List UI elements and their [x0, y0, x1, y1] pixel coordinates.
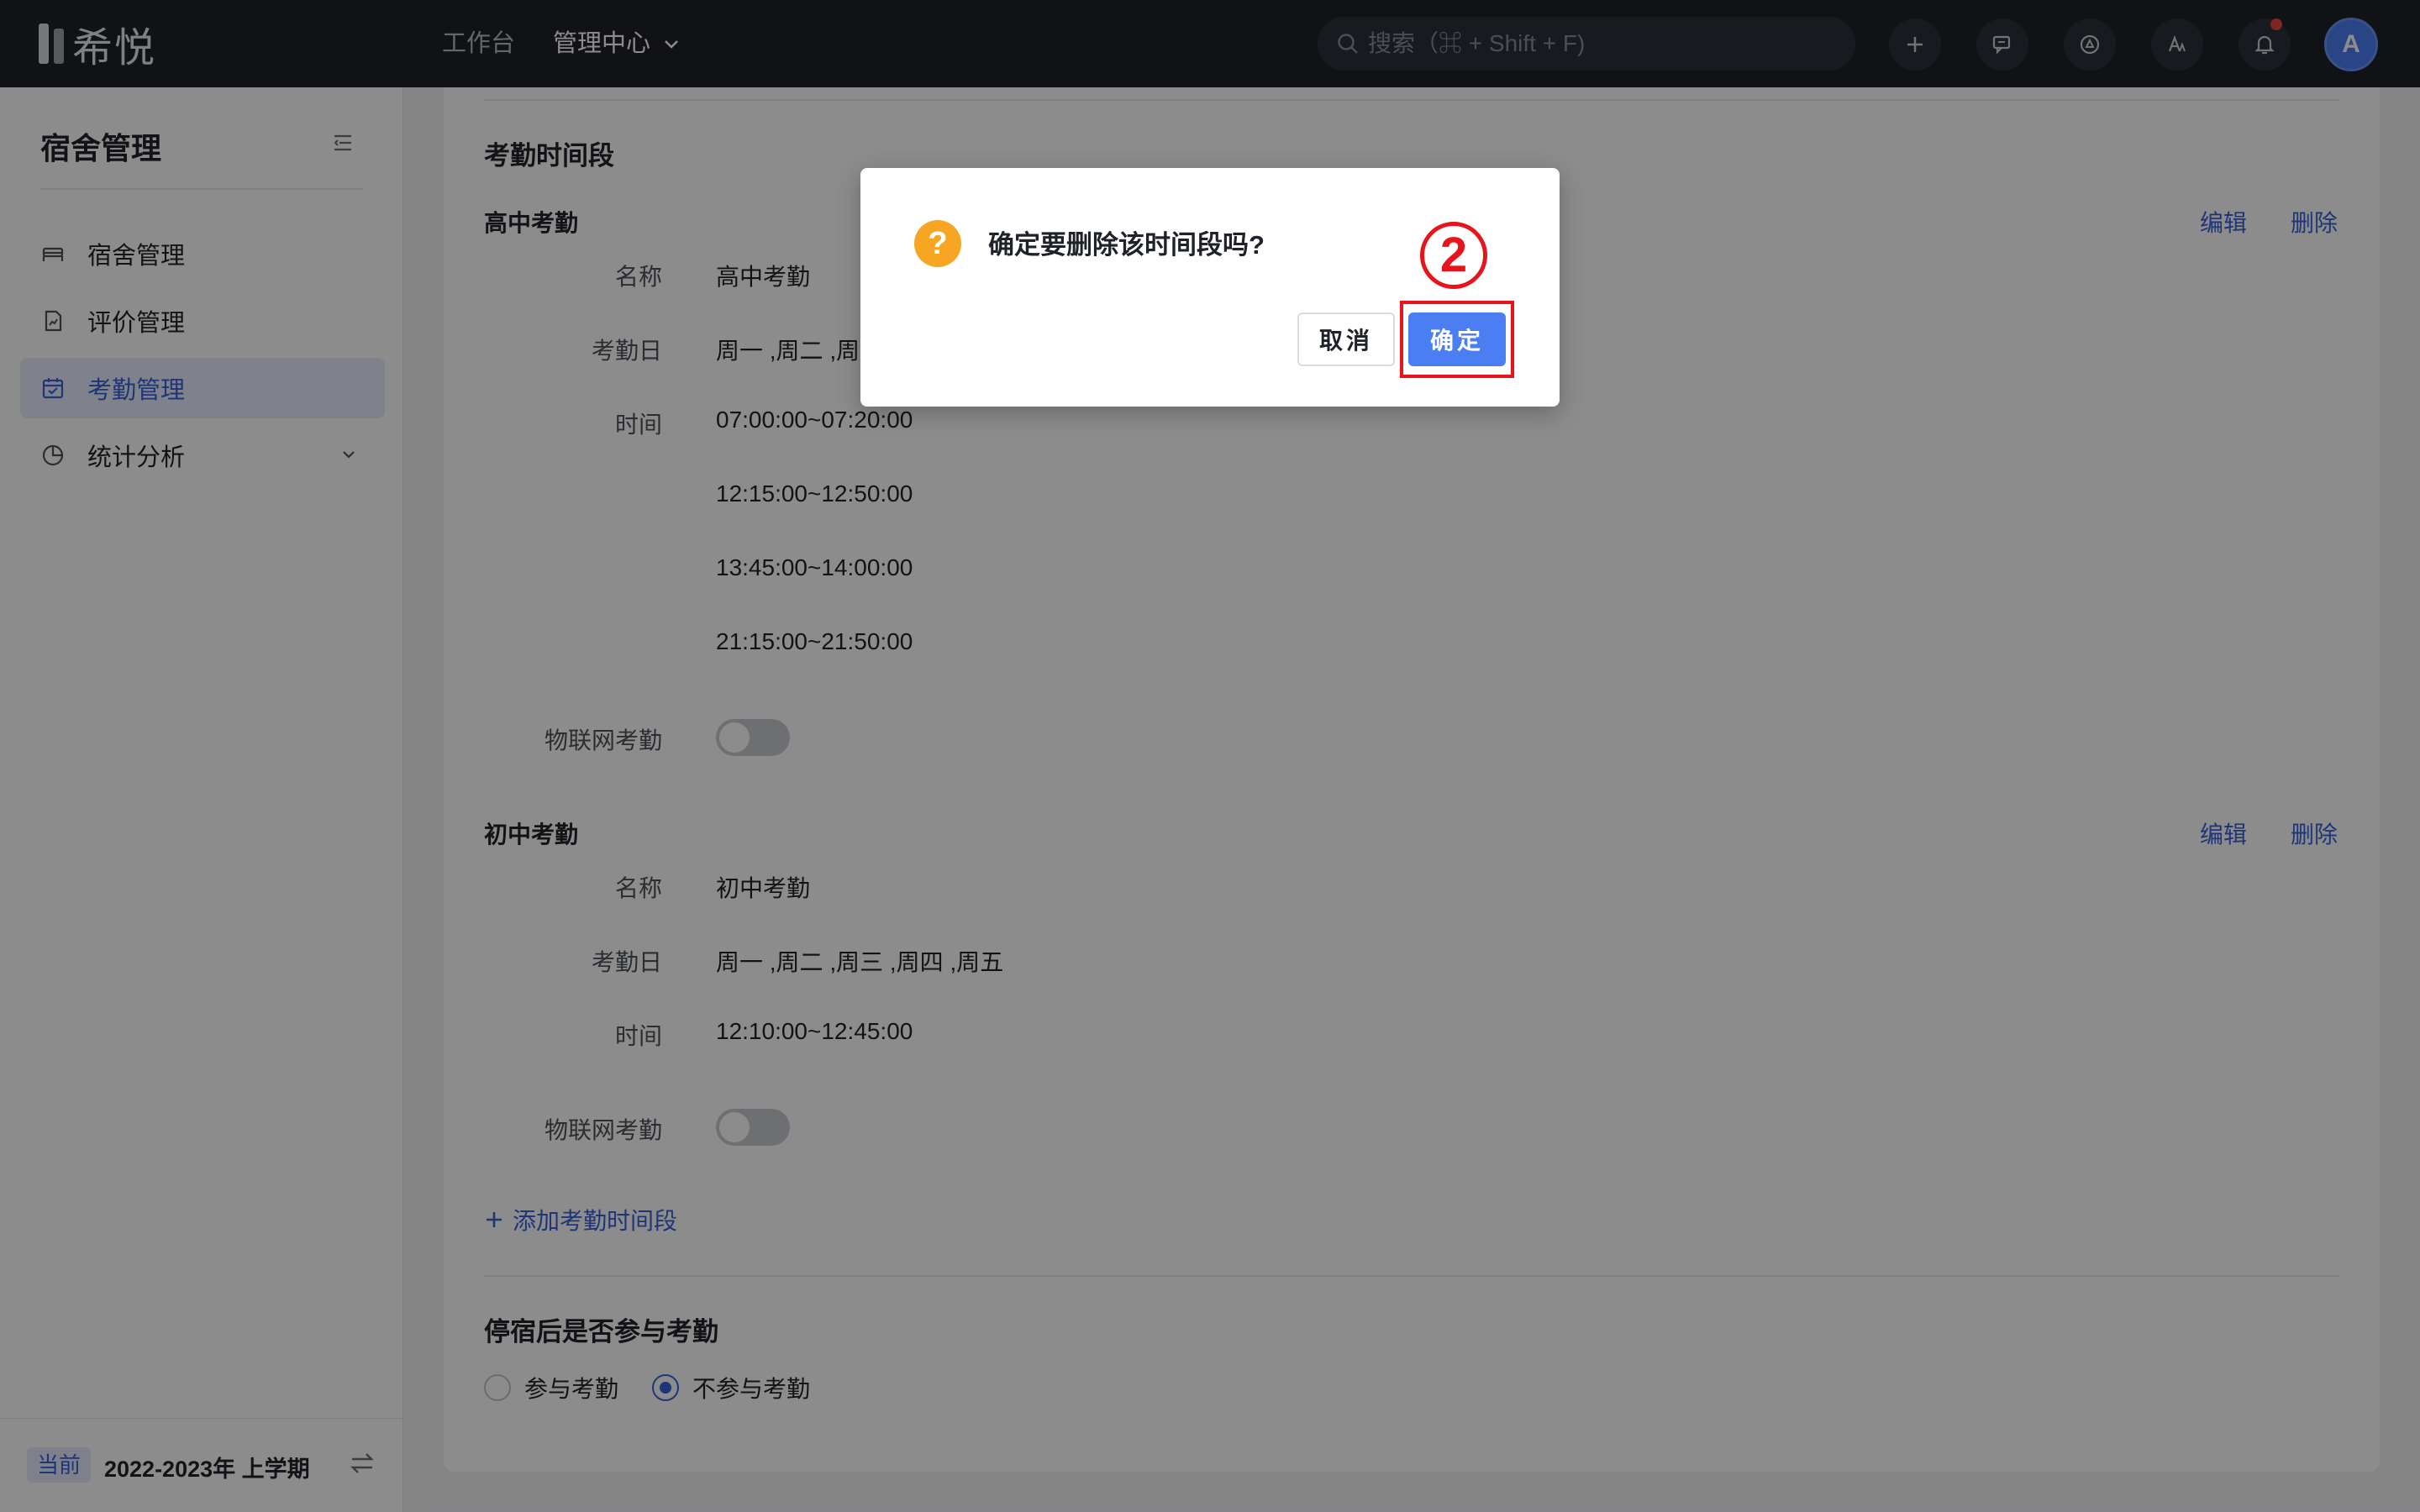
cancel-button[interactable]: 取消 — [1297, 312, 1395, 366]
highlight-box — [1400, 301, 1514, 378]
step-annotation: 2 — [1420, 222, 1487, 289]
question-icon: ? — [914, 220, 961, 267]
dialog-title: 确定要删除该时间段吗? — [988, 230, 1265, 260]
confirm-delete-dialog: ? 确定要删除该时间段吗? 取消 确定 2 — [860, 168, 1560, 407]
